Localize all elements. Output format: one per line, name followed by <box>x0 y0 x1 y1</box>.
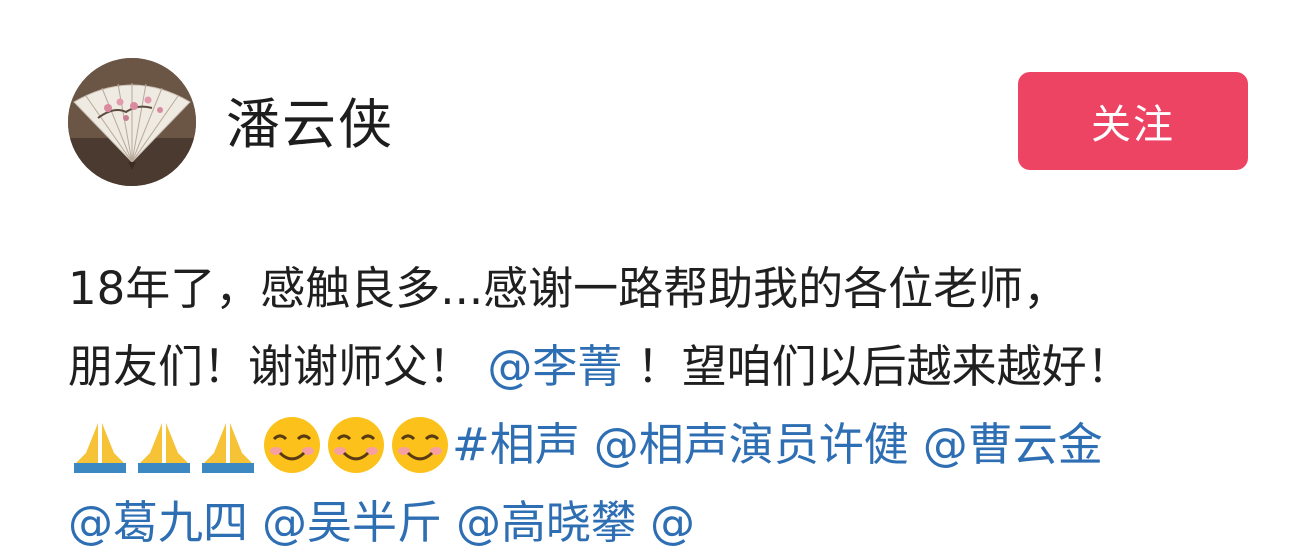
post-header: 潘云侠 关注 <box>0 0 1296 200</box>
folding-fan-icon <box>68 58 196 186</box>
hashtag-link[interactable]: #相声 <box>452 418 580 471</box>
smiling-face-icon <box>260 413 324 477</box>
mention-link[interactable]: @高晓攀 <box>456 496 636 549</box>
smiling-face-icon <box>388 413 452 477</box>
mention-link[interactable]: @吴半斤 <box>262 496 442 549</box>
post-text: ！望咱们以后越来越好！ <box>636 340 1132 393</box>
post-content: 18年了，感触良多...感谢一路帮助我的各位老师， 朋友们！谢谢师父！ @李菁 … <box>68 250 1258 558</box>
post-line-2: 朋友们！谢谢师父！ @李菁 ！望咱们以后越来越好！ <box>68 328 1258 406</box>
mention-link[interactable]: @曹云金 <box>923 418 1103 471</box>
mention-link[interactable]: @李菁 <box>487 340 622 393</box>
folded-hands-icon <box>68 413 132 477</box>
post-text: 18年了，感触良多...感谢一路帮助我的各位老师， <box>68 262 1069 315</box>
mention-link[interactable]: @ <box>650 496 695 549</box>
follow-button[interactable]: 关注 <box>1018 72 1248 170</box>
post-text: 朋友们！谢谢师父！ <box>68 340 474 393</box>
emoji-group <box>68 406 452 484</box>
smiling-face-icon <box>324 413 388 477</box>
username[interactable]: 潘云侠 <box>226 94 394 156</box>
mention-link[interactable]: @相声演员许健 <box>594 418 909 471</box>
avatar[interactable] <box>68 58 196 186</box>
post-line-4: @葛九四 @吴半斤 @高晓攀 @ <box>68 484 1258 558</box>
mention-link[interactable]: @葛九四 <box>68 496 248 549</box>
post-line-3: #相声 @相声演员许健 @曹云金 <box>68 406 1258 484</box>
folded-hands-icon <box>196 413 260 477</box>
post-line-1: 18年了，感触良多...感谢一路帮助我的各位老师， <box>68 250 1258 328</box>
folded-hands-icon <box>132 413 196 477</box>
weibo-post: 潘云侠 关注 18年了，感触良多...感谢一路帮助我的各位老师， 朋友们！谢谢师… <box>0 0 1296 558</box>
